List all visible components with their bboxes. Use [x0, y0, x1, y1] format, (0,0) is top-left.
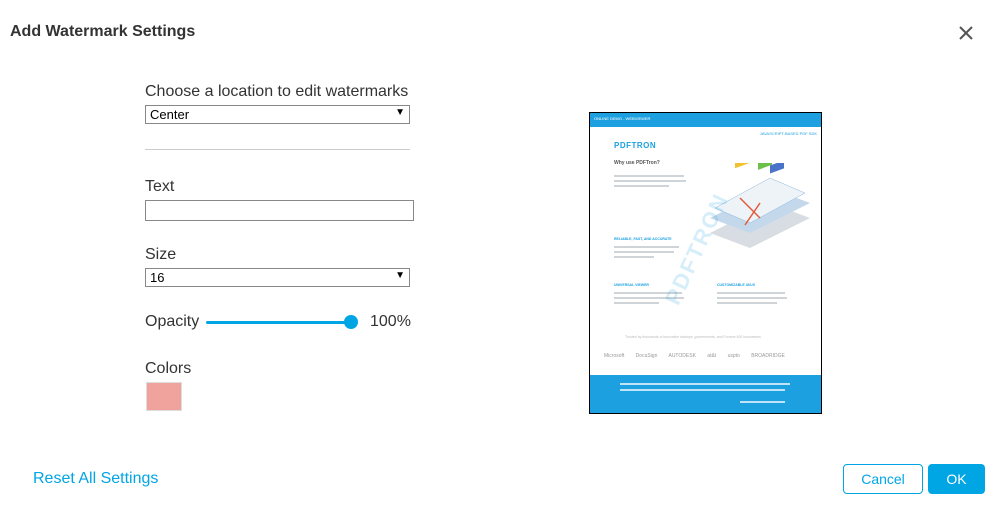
preview-footer-band	[590, 375, 821, 413]
preview-client-logos: Microsoft DocuSign AUTODESK at&t uspto B…	[604, 353, 795, 359]
cancel-button[interactable]: Cancel	[843, 464, 923, 494]
location-label: Choose a location to edit watermarks	[145, 83, 409, 100]
divider	[145, 149, 410, 150]
preview-text-line	[620, 383, 790, 385]
preview-text-line	[740, 401, 785, 403]
close-icon[interactable]	[956, 23, 976, 43]
preview-header: ONLINE DEMO - WEBVIEWER	[590, 113, 821, 127]
preview-text-line	[614, 175, 684, 177]
preview-text-line	[614, 185, 669, 187]
location-select-value: Center	[150, 107, 190, 122]
preview-text-line	[620, 389, 785, 391]
preview-section-title: UNIVERSAL VIEWER	[614, 283, 649, 287]
dialog-title: Add Watermark Settings	[10, 23, 196, 40]
size-select[interactable]: 16 ▼	[145, 268, 410, 287]
client-logo: DocuSign	[635, 353, 658, 359]
preview-heading: Why use PDFTron?	[614, 160, 660, 166]
preview-section-title: CUSTOMIZABLE UI/UX	[717, 283, 756, 287]
preview-text-line	[614, 302, 659, 304]
watermark-preview: ONLINE DEMO - WEBVIEWER JAVASCRIPT-BASED…	[589, 112, 822, 414]
location-select[interactable]: Center ▼	[145, 105, 410, 124]
preview-text-line	[614, 180, 686, 182]
preview-text-line	[614, 256, 654, 258]
text-input[interactable]	[145, 200, 414, 221]
dropdown-arrow-icon: ▼	[395, 270, 405, 281]
preview-header-text: ONLINE DEMO - WEBVIEWER	[594, 116, 651, 121]
dropdown-arrow-icon: ▼	[395, 107, 405, 118]
colors-label: Colors	[145, 360, 192, 377]
opacity-label: Opacity	[145, 313, 200, 330]
preview-text-line	[717, 297, 787, 299]
preview-subheader: JAVASCRIPT-BASED PDF SDK	[759, 131, 817, 136]
client-logo: uspto	[727, 353, 740, 359]
size-label: Size	[145, 246, 177, 263]
preview-section-title: RELIABLE, FAST, AND ACCURATE	[614, 237, 672, 241]
client-logo: at&t	[707, 353, 717, 359]
ok-button[interactable]: OK	[928, 464, 985, 494]
client-logo: BROADRIDGE	[751, 353, 785, 359]
opacity-value: 100%	[370, 313, 411, 330]
opacity-slider-track[interactable]	[206, 321, 351, 324]
preview-text-line	[614, 251, 674, 253]
preview-text-line	[717, 302, 777, 304]
client-logo: AUTODESK	[668, 353, 696, 359]
size-select-value: 16	[150, 270, 165, 285]
preview-text-line	[717, 292, 785, 294]
color-swatch[interactable]	[146, 382, 182, 411]
preview-text-line	[614, 246, 679, 248]
preview-logo: PDFTRON	[614, 141, 657, 150]
text-label: Text	[145, 178, 175, 195]
opacity-slider-thumb[interactable]	[344, 315, 358, 329]
client-logo: Microsoft	[604, 353, 625, 359]
preview-trusted-text: Trusted by thousands of innovative start…	[625, 335, 761, 339]
reset-all-settings-link[interactable]: Reset All Settings	[33, 470, 158, 488]
